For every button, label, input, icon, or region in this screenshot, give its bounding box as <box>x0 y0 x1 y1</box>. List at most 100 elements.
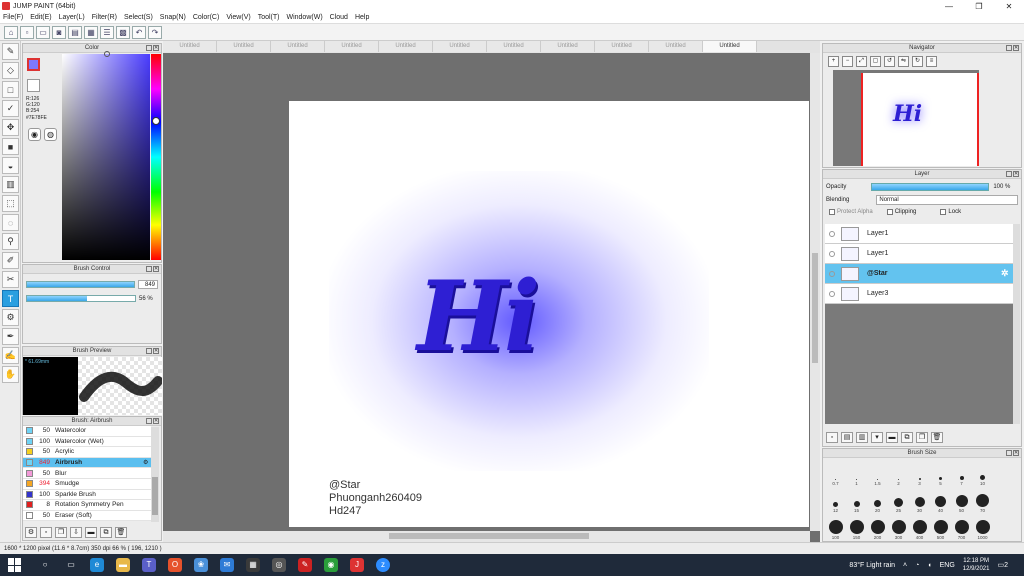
brush-item[interactable]: 50 Acrylic <box>23 447 151 458</box>
brush-new-icon[interactable]: ▫ <box>40 527 52 538</box>
menu-color[interactable]: Color(C) <box>193 14 219 21</box>
gradient-tool-icon[interactable]: ▥ <box>2 176 19 193</box>
brush-size-option[interactable]: 50 <box>951 488 972 513</box>
weather-label[interactable]: 83°F Light rain <box>849 562 895 569</box>
select-eraser-tool-icon[interactable]: ✂ <box>2 271 19 288</box>
eraser-tool-icon[interactable]: ◇ <box>2 62 19 79</box>
panel-float-icon[interactable] <box>1006 171 1012 177</box>
layer-opacity-slider[interactable] <box>871 183 990 191</box>
brush-duplicate-icon[interactable]: ⧉ <box>100 527 112 538</box>
photos-icon[interactable]: ❀ <box>194 558 208 572</box>
brush-size-option[interactable]: 15 <box>846 488 867 513</box>
layer-settings-icon[interactable]: ✲ <box>1001 268 1013 279</box>
screen-icon[interactable]: ▤ <box>68 25 82 39</box>
list-icon[interactable]: ☰ <box>100 25 114 39</box>
brush-size-option[interactable]: 1000 <box>972 515 993 540</box>
panel-close-icon[interactable]: ✕ <box>1013 450 1019 456</box>
magic-wand-tool-icon[interactable]: ⚲ <box>2 233 19 250</box>
taskbar-clock[interactable]: 12:18 PM 12/9/2021 <box>963 557 990 573</box>
brush-size-option[interactable]: 1 <box>846 461 867 486</box>
jump-paint-taskbar-icon[interactable]: J <box>350 558 364 572</box>
pen-alt-tool-icon[interactable]: ✍ <box>2 347 19 364</box>
file-explorer-icon[interactable]: ▬ <box>116 558 130 572</box>
brush-size-option[interactable]: 0.7 <box>825 461 846 486</box>
lasso-tool-icon[interactable]: ◌ <box>2 214 19 231</box>
document-tab[interactable]: Untitled <box>649 41 703 52</box>
document-tab[interactable]: Untitled <box>703 41 757 52</box>
panel-float-icon[interactable] <box>146 45 152 51</box>
layer-row[interactable]: Layer1 <box>825 224 1013 244</box>
blending-select[interactable]: Normal <box>876 195 1018 205</box>
document-tab[interactable]: Untitled <box>541 41 595 52</box>
layer-visibility-icon[interactable] <box>829 250 835 257</box>
windows-start-icon[interactable] <box>8 558 22 572</box>
hue-slider[interactable] <box>151 54 161 260</box>
eyedropper-tool-icon[interactable]: ✒ <box>2 328 19 345</box>
color-circle-icon[interactable]: ◉ <box>28 128 41 141</box>
zoom-out-icon[interactable]: − <box>842 55 853 67</box>
brush-size-option[interactable]: 25 <box>888 488 909 513</box>
pen-tool-icon[interactable]: ✎ <box>2 43 19 60</box>
menu-help[interactable]: Help <box>355 14 369 21</box>
brush-opacity-slider[interactable] <box>26 295 136 302</box>
rotate-left-icon[interactable]: ↺ <box>884 55 895 67</box>
comment-icon[interactable]: ▭ <box>36 25 50 39</box>
hand-tool-icon[interactable]: ✋ <box>2 366 19 383</box>
canvas-vertical-scrollbar[interactable] <box>810 53 820 531</box>
new-file-icon[interactable]: ▫ <box>20 25 34 39</box>
panel-close-icon[interactable]: ✕ <box>1013 45 1019 51</box>
protect-alpha-checkbox[interactable] <box>829 209 835 215</box>
new-layer-menu-icon[interactable]: ▾ <box>871 432 883 443</box>
brush-size-option[interactable]: 400 <box>909 515 930 540</box>
store-icon[interactable]: ▦ <box>246 558 260 572</box>
zoom-fit-icon[interactable]: ⤢ <box>856 55 867 67</box>
rotate-right-icon[interactable]: ↻ <box>912 55 923 67</box>
layer-visibility-icon[interactable] <box>829 290 835 297</box>
pen-app-icon[interactable]: ✎ <box>298 558 312 572</box>
duplicate-layer-icon[interactable]: ❐ <box>916 432 928 443</box>
brush-size-option[interactable]: 2 <box>888 461 909 486</box>
navigator-view[interactable]: Hi <box>833 70 979 166</box>
document-tab[interactable]: Untitled <box>379 41 433 52</box>
undo-icon[interactable]: ↶ <box>132 25 146 39</box>
panel-close-icon[interactable]: ✕ <box>1013 171 1019 177</box>
teams-icon[interactable]: T <box>142 558 156 572</box>
canvas-horizontal-scrollbar[interactable] <box>163 531 810 542</box>
brush-item[interactable]: 50 Blur <box>23 468 151 479</box>
menu-view[interactable]: View(V) <box>226 14 250 21</box>
brush-size-option[interactable]: 100 <box>825 515 846 540</box>
menu-layer[interactable]: Layer(L) <box>59 14 85 21</box>
brush-item[interactable]: 50 Watercolor <box>23 426 151 437</box>
document-tab[interactable]: Untitled <box>487 41 541 52</box>
panel-close-icon[interactable]: ✕ <box>153 266 159 272</box>
panel-float-icon[interactable] <box>1006 45 1012 51</box>
move-tool-icon[interactable]: ✥ <box>2 119 19 136</box>
fill-rect-tool-icon[interactable]: ■ <box>2 138 19 155</box>
brush-size-option[interactable]: 150 <box>846 515 867 540</box>
lock-checkbox[interactable] <box>940 209 947 215</box>
document-canvas[interactable]: Hi @Star Phuonganh260409 Hd247 <box>289 101 809 527</box>
panel-close-icon[interactable]: ✕ <box>153 418 159 424</box>
brush-item[interactable]: 50 Eraser (Soft) <box>23 510 151 522</box>
brush-size-option[interactable]: 40 <box>930 488 951 513</box>
layer-list-scrollbar[interactable] <box>1013 224 1020 424</box>
brush-size-option[interactable]: 3 <box>909 461 930 486</box>
navigator-menu-icon[interactable]: ≡ <box>926 55 937 67</box>
camera-icon[interactable]: ◎ <box>272 558 286 572</box>
menu-filter[interactable]: Filter(R) <box>92 14 117 21</box>
task-view-icon[interactable]: ▭ <box>64 558 78 572</box>
line-tool-icon[interactable]: ✓ <box>2 100 19 117</box>
menu-edit[interactable]: Edit(E) <box>30 14 51 21</box>
mail-icon[interactable]: ✉ <box>220 558 234 572</box>
brush-size-option[interactable]: 300 <box>888 515 909 540</box>
zoom-app-icon[interactable]: z <box>376 558 390 572</box>
document-tab[interactable]: Untitled <box>271 41 325 52</box>
search-icon[interactable]: ○ <box>38 558 52 572</box>
brush-item[interactable]: 394 Smudge <box>23 478 151 490</box>
panel-close-icon[interactable]: ✕ <box>153 348 159 354</box>
select-rect-tool-icon[interactable]: ⬚ <box>2 195 19 212</box>
menu-window[interactable]: Window(W) <box>286 14 322 21</box>
panel-float-icon[interactable] <box>146 266 152 272</box>
layer-row[interactable]: Layer3 <box>825 284 1013 304</box>
shape-tool-icon[interactable]: □ <box>2 81 19 98</box>
